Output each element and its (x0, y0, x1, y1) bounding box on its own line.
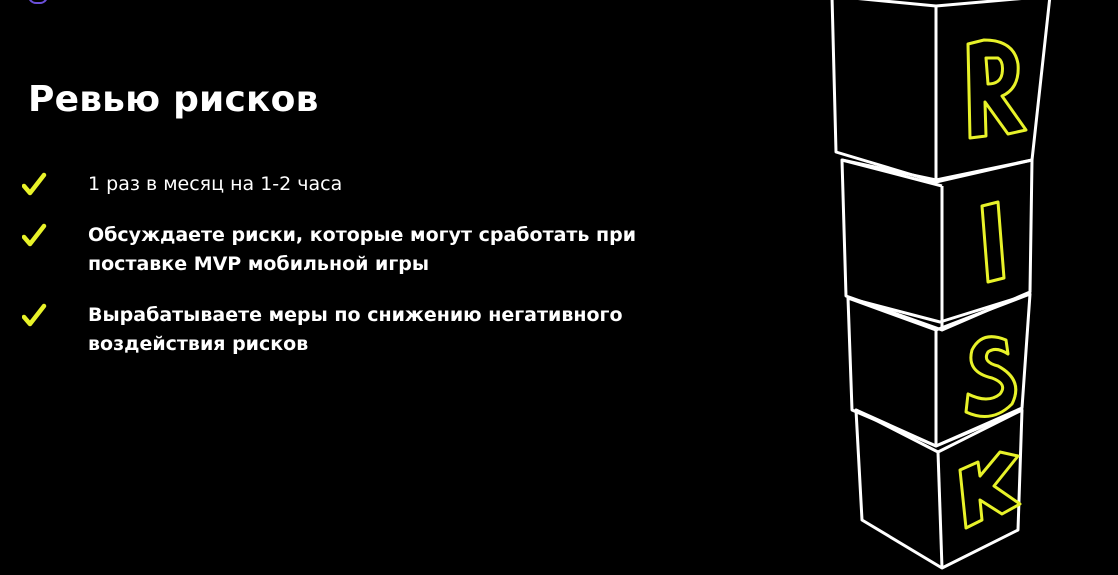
bullet-text: Вырабатываете меры по снижению негативно… (88, 304, 623, 355)
checkmark-icon (22, 301, 48, 330)
risk-cubes-illustration (830, 0, 1052, 570)
brand-mark-icon (28, 0, 48, 4)
list-item: 1 раз в месяц на 1-2 часа (22, 170, 702, 199)
list-item: Обсуждаете риски, которые могут сработат… (22, 221, 702, 279)
bullet-text: Обсуждаете риски, которые могут сработат… (88, 224, 637, 275)
list-item: Вырабатываете меры по снижению негативно… (22, 301, 702, 359)
checkmark-icon (22, 221, 48, 250)
letter-k (958, 450, 1022, 530)
letter-i (980, 200, 1006, 284)
letter-r (966, 38, 1028, 140)
cube (830, 0, 1052, 184)
bullet-list: 1 раз в месяц на 1-2 часа Обсуждаете рис… (22, 170, 702, 381)
page-title: Ревью рисков (28, 79, 319, 120)
bullet-text: 1 раз в месяц на 1-2 часа (88, 173, 343, 195)
checkmark-icon (22, 170, 48, 199)
letter-s (964, 335, 1018, 418)
